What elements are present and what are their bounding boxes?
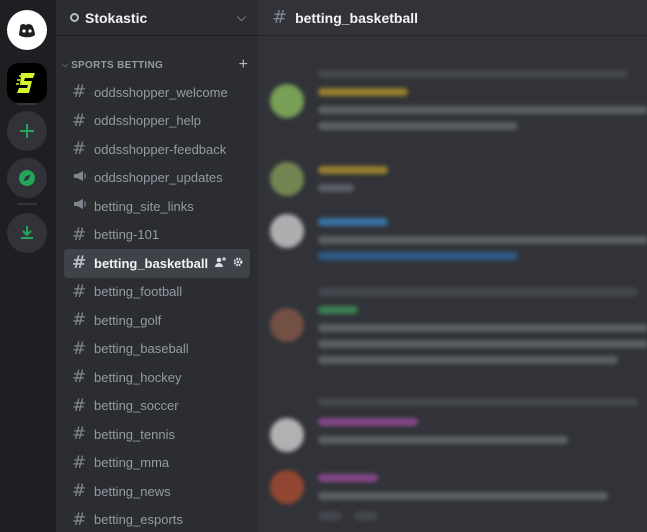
channel-oddsshopper-feedback[interactable]: # oddsshopper-feedback [64, 135, 250, 164]
chat-header: # betting_basketball [258, 0, 647, 36]
channel-betting-mma[interactable]: # betting_mma [64, 449, 250, 478]
channel-betting-baseball[interactable]: # betting_baseball [64, 335, 250, 364]
hash-icon: # [72, 253, 87, 274]
channel-label: oddsshopper_updates [94, 170, 223, 186]
hash-icon: # [272, 7, 288, 28]
channel-betting-esports[interactable]: # betting_esports [64, 506, 250, 532]
channel-label: oddsshopper-feedback [94, 141, 227, 157]
chevron-down-icon[interactable]: ⌵ [237, 10, 246, 25]
announcement-icon [72, 168, 94, 188]
hash-icon: # [72, 509, 87, 530]
category-label: SPORTS BETTING [71, 59, 164, 71]
channel-label: betting_mma [94, 455, 170, 471]
rail-divider [17, 103, 37, 105]
create-channel-icon[interactable]: + [239, 56, 248, 74]
channel-label: betting_soccer [94, 398, 179, 414]
server-boost-icon [70, 13, 79, 22]
channel-list: # oddsshopper_welcome # oddsshopper_help # od… [56, 78, 258, 532]
channel-label: betting_football [94, 284, 183, 300]
channel-title: betting_basketball [295, 9, 419, 26]
channel-label: betting_hockey [94, 369, 182, 385]
channel-betting-tennis[interactable]: # betting_tennis [64, 420, 250, 449]
channel-betting-news[interactable]: # betting_news [64, 477, 250, 506]
channel-betting-site-links[interactable]: betting_site_links [64, 192, 250, 221]
discord-home-icon[interactable] [7, 10, 47, 50]
channel-label: betting_site_links [94, 198, 194, 214]
channel-betting-soccer[interactable]: # betting_soccer [64, 392, 250, 421]
channel-betting-golf[interactable]: # betting_golf [64, 306, 250, 335]
hash-icon: # [72, 82, 87, 103]
channel-label: betting_esports [94, 512, 183, 528]
hash-icon: # [72, 481, 87, 502]
hash-icon: # [72, 310, 87, 331]
channel-oddsshopper-welcome[interactable]: # oddsshopper_welcome [64, 78, 250, 107]
chat-area: # betting_basketball [258, 0, 647, 532]
channel-betting-hockey[interactable]: # betting_hockey [64, 363, 250, 392]
channel-label: betting-101 [94, 227, 160, 243]
settings-gear-icon[interactable] [232, 256, 244, 271]
channel-label: betting_baseball [94, 341, 189, 357]
invite-user-icon[interactable] [214, 256, 226, 271]
hash-icon: # [72, 139, 87, 160]
channel-oddsshopper-updates[interactable]: oddsshopper_updates [64, 164, 250, 193]
channel-label: betting_tennis [94, 426, 175, 442]
server-stokastic-icon[interactable] [7, 63, 47, 103]
hash-icon: # [72, 281, 87, 302]
channel-betting-football[interactable]: # betting_football [64, 278, 250, 307]
channel-betting-basketball[interactable]: # betting_basketball [64, 249, 250, 278]
hash-icon: # [72, 367, 87, 388]
hash-icon: # [72, 338, 87, 359]
hash-icon: # [72, 224, 87, 245]
category-chevron-icon: ⌵ [62, 60, 69, 69]
channel-oddsshopper-help[interactable]: # oddsshopper_help [64, 107, 250, 136]
server-rail [0, 0, 56, 532]
explore-compass-icon[interactable] [7, 158, 47, 198]
channel-label: oddsshopper_help [94, 113, 201, 129]
rail-divider [17, 203, 37, 205]
hash-icon: # [72, 110, 87, 131]
channel-category[interactable]: ⌵ SPORTS BETTING + [56, 36, 258, 78]
add-server-icon[interactable] [7, 111, 47, 151]
channel-label: betting_golf [94, 312, 162, 328]
channel-sidebar: Stokastic ⌵ ⌵ SPORTS BETTING + # oddsshop… [56, 0, 258, 532]
server-header[interactable]: Stokastic ⌵ [56, 0, 258, 36]
hash-icon: # [72, 424, 87, 445]
channel-betting-101[interactable]: # betting-101 [64, 221, 250, 250]
announcement-icon [72, 196, 94, 216]
channel-label: betting_basketball [94, 255, 209, 271]
message-list-blurred [258, 36, 647, 532]
hash-icon: # [72, 395, 87, 416]
channel-actions [214, 256, 244, 271]
hash-icon: # [72, 452, 87, 473]
channel-label: betting_news [94, 483, 171, 499]
download-apps-icon[interactable] [7, 213, 47, 253]
channel-label: oddsshopper_welcome [94, 84, 228, 100]
server-name: Stokastic [85, 9, 148, 26]
